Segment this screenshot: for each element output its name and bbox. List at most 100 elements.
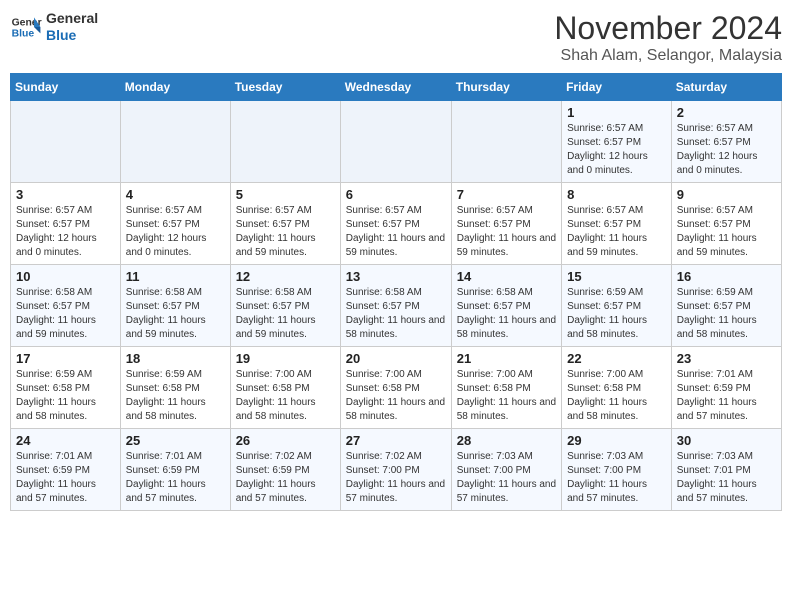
day-info: Sunrise: 7:01 AMSunset: 6:59 PMDaylight:… — [126, 450, 225, 506]
calendar-cell: 25 Sunrise: 7:01 AMSunset: 6:59 PMDayligh… — [120, 429, 230, 511]
calendar-cell: 21 Sunrise: 7:00 AMSunset: 6:58 PMDayligh… — [451, 347, 561, 429]
day-info: Sunrise: 6:57 AMSunset: 6:57 PMDaylight:… — [567, 122, 666, 178]
day-number: 1 — [567, 105, 666, 120]
dow-header-tuesday: Tuesday — [230, 74, 340, 101]
day-info: Sunrise: 7:00 AMSunset: 6:58 PMDaylight:… — [457, 368, 556, 424]
day-number: 22 — [567, 351, 666, 366]
location-title: Shah Alam, Selangor, Malaysia — [554, 47, 782, 65]
week-row-5: 24 Sunrise: 7:01 AMSunset: 6:59 PMDayligh… — [11, 429, 782, 511]
day-number: 20 — [346, 351, 446, 366]
day-info: Sunrise: 7:03 AMSunset: 7:01 PMDaylight:… — [677, 450, 776, 506]
dow-header-wednesday: Wednesday — [340, 74, 451, 101]
week-row-2: 3 Sunrise: 6:57 AMSunset: 6:57 PMDaylight… — [11, 183, 782, 265]
day-number: 27 — [346, 433, 446, 448]
title-block: November 2024 Shah Alam, Selangor, Malay… — [554, 10, 782, 65]
calendar-cell: 13 Sunrise: 6:58 AMSunset: 6:57 PMDayligh… — [340, 265, 451, 347]
day-info: Sunrise: 7:03 AMSunset: 7:00 PMDaylight:… — [567, 450, 666, 506]
day-info: Sunrise: 6:59 AMSunset: 6:57 PMDaylight:… — [567, 286, 666, 342]
day-info: Sunrise: 7:01 AMSunset: 6:59 PMDaylight:… — [677, 368, 776, 424]
day-info: Sunrise: 6:59 AMSunset: 6:58 PMDaylight:… — [126, 368, 225, 424]
day-info: Sunrise: 7:01 AMSunset: 6:59 PMDaylight:… — [16, 450, 115, 506]
calendar-cell: 16 Sunrise: 6:59 AMSunset: 6:57 PMDayligh… — [671, 265, 781, 347]
calendar-cell: 8 Sunrise: 6:57 AMSunset: 6:57 PMDaylight… — [562, 183, 672, 265]
calendar-cell: 12 Sunrise: 6:58 AMSunset: 6:57 PMDayligh… — [230, 265, 340, 347]
day-info: Sunrise: 6:58 AMSunset: 6:57 PMDaylight:… — [346, 286, 446, 342]
calendar-cell: 9 Sunrise: 6:57 AMSunset: 6:57 PMDaylight… — [671, 183, 781, 265]
calendar-cell — [451, 101, 561, 183]
day-number: 25 — [126, 433, 225, 448]
day-info: Sunrise: 7:00 AMSunset: 6:58 PMDaylight:… — [567, 368, 666, 424]
dow-header-monday: Monday — [120, 74, 230, 101]
day-info: Sunrise: 6:58 AMSunset: 6:57 PMDaylight:… — [457, 286, 556, 342]
week-row-3: 10 Sunrise: 6:58 AMSunset: 6:57 PMDayligh… — [11, 265, 782, 347]
calendar-cell: 17Sunrise: 6:59 AMSunset: 6:58 PMDayligh… — [11, 347, 121, 429]
day-number: 29 — [567, 433, 666, 448]
calendar-cell: 14 Sunrise: 6:58 AMSunset: 6:57 PMDayligh… — [451, 265, 561, 347]
day-number: 17 — [16, 351, 115, 366]
calendar-cell: 4 Sunrise: 6:57 AMSunset: 6:57 PMDaylight… — [120, 183, 230, 265]
calendar-cell — [11, 101, 121, 183]
day-info: Sunrise: 6:57 AMSunset: 6:57 PMDaylight:… — [346, 204, 446, 260]
calendar-cell — [230, 101, 340, 183]
calendar-cell: 29 Sunrise: 7:03 AMSunset: 7:00 PMDayligh… — [562, 429, 672, 511]
day-number: 7 — [457, 187, 556, 202]
calendar-cell: 22 Sunrise: 7:00 AMSunset: 6:58 PMDayligh… — [562, 347, 672, 429]
calendar-cell: 30Sunrise: 7:03 AMSunset: 7:01 PMDayligh… — [671, 429, 781, 511]
calendar-table: SundayMondayTuesdayWednesdayThursdayFrid… — [10, 73, 782, 511]
day-number: 10 — [16, 269, 115, 284]
day-number: 15 — [567, 269, 666, 284]
calendar-cell: 28Sunrise: 7:03 AMSunset: 7:00 PMDayligh… — [451, 429, 561, 511]
day-info: Sunrise: 6:57 AMSunset: 6:57 PMDaylight:… — [236, 204, 335, 260]
day-info: Sunrise: 6:58 AMSunset: 6:57 PMDaylight:… — [236, 286, 335, 342]
day-number: 21 — [457, 351, 556, 366]
calendar-cell: 2 Sunrise: 6:57 AMSunset: 6:57 PMDaylight… — [671, 101, 781, 183]
day-info: Sunrise: 6:59 AMSunset: 6:57 PMDaylight:… — [677, 286, 776, 342]
calendar-body: 1 Sunrise: 6:57 AMSunset: 6:57 PMDaylight… — [11, 101, 782, 511]
calendar-cell: 23 Sunrise: 7:01 AMSunset: 6:59 PMDayligh… — [671, 347, 781, 429]
calendar-cell: 10 Sunrise: 6:58 AMSunset: 6:57 PMDayligh… — [11, 265, 121, 347]
day-number: 18 — [126, 351, 225, 366]
day-info: Sunrise: 6:57 AMSunset: 6:57 PMDaylight:… — [677, 204, 776, 260]
calendar-cell: 19Sunrise: 7:00 AMSunset: 6:58 PMDayligh… — [230, 347, 340, 429]
day-number: 8 — [567, 187, 666, 202]
calendar-cell — [120, 101, 230, 183]
day-number: 3 — [16, 187, 115, 202]
calendar-cell: 3 Sunrise: 6:57 AMSunset: 6:57 PMDaylight… — [11, 183, 121, 265]
calendar-cell: 6Sunrise: 6:57 AMSunset: 6:57 PMDaylight… — [340, 183, 451, 265]
day-number: 23 — [677, 351, 776, 366]
day-number: 2 — [677, 105, 776, 120]
calendar-cell: 5 Sunrise: 6:57 AMSunset: 6:57 PMDaylight… — [230, 183, 340, 265]
day-number: 12 — [236, 269, 335, 284]
day-number: 4 — [126, 187, 225, 202]
calendar-cell — [340, 101, 451, 183]
logo: General Blue General Blue — [10, 10, 98, 44]
day-info: Sunrise: 7:02 AMSunset: 7:00 PMDaylight:… — [346, 450, 446, 506]
day-number: 5 — [236, 187, 335, 202]
calendar-cell: 15 Sunrise: 6:59 AMSunset: 6:57 PMDayligh… — [562, 265, 672, 347]
calendar-cell: 11Sunrise: 6:58 AMSunset: 6:57 PMDayligh… — [120, 265, 230, 347]
day-info: Sunrise: 7:00 AMSunset: 6:58 PMDaylight:… — [346, 368, 446, 424]
calendar-cell: 7 Sunrise: 6:57 AMSunset: 6:57 PMDaylight… — [451, 183, 561, 265]
day-number: 9 — [677, 187, 776, 202]
day-number: 13 — [346, 269, 446, 284]
calendar-cell: 26 Sunrise: 7:02 AMSunset: 6:59 PMDayligh… — [230, 429, 340, 511]
calendar-cell: 24 Sunrise: 7:01 AMSunset: 6:59 PMDayligh… — [11, 429, 121, 511]
day-info: Sunrise: 7:00 AMSunset: 6:58 PMDaylight:… — [236, 368, 335, 424]
calendar-cell: 20 Sunrise: 7:00 AMSunset: 6:58 PMDayligh… — [340, 347, 451, 429]
dow-header-thursday: Thursday — [451, 74, 561, 101]
days-of-week-row: SundayMondayTuesdayWednesdayThursdayFrid… — [11, 74, 782, 101]
dow-header-sunday: Sunday — [11, 74, 121, 101]
day-info: Sunrise: 6:57 AMSunset: 6:57 PMDaylight:… — [457, 204, 556, 260]
day-number: 14 — [457, 269, 556, 284]
day-info: Sunrise: 6:58 AMSunset: 6:57 PMDaylight:… — [16, 286, 115, 342]
day-info: Sunrise: 6:57 AMSunset: 6:57 PMDaylight:… — [16, 204, 115, 260]
day-info: Sunrise: 6:57 AMSunset: 6:57 PMDaylight:… — [126, 204, 225, 260]
day-info: Sunrise: 7:02 AMSunset: 6:59 PMDaylight:… — [236, 450, 335, 506]
day-number: 16 — [677, 269, 776, 284]
day-number: 24 — [16, 433, 115, 448]
day-number: 26 — [236, 433, 335, 448]
week-row-1: 1 Sunrise: 6:57 AMSunset: 6:57 PMDaylight… — [11, 101, 782, 183]
day-info: Sunrise: 6:57 AMSunset: 6:57 PMDaylight:… — [677, 122, 776, 178]
day-number: 28 — [457, 433, 556, 448]
day-info: Sunrise: 6:57 AMSunset: 6:57 PMDaylight:… — [567, 204, 666, 260]
